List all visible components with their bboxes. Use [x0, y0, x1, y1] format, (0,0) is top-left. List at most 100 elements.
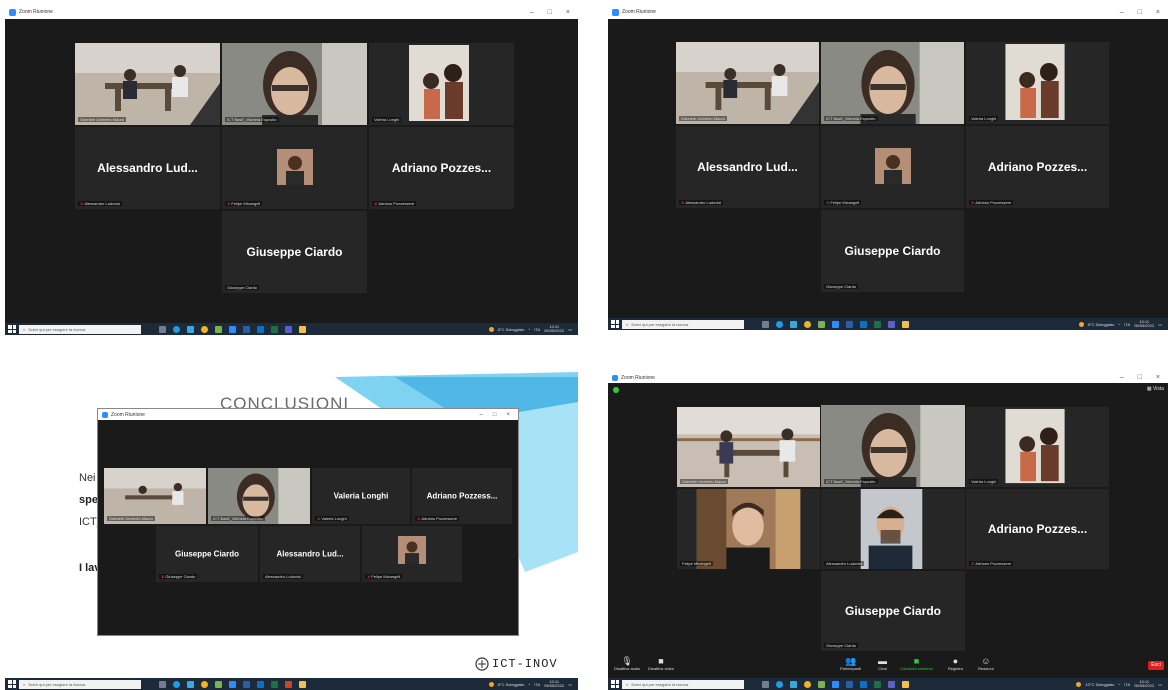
weather-text[interactable]: 8°C Soleggiato	[1088, 322, 1115, 327]
store-icon[interactable]	[818, 320, 825, 328]
notification-icon[interactable]: ▭	[1158, 682, 1162, 687]
chrome-icon[interactable]	[804, 320, 811, 328]
maximize-icon[interactable]: □	[548, 9, 552, 16]
word-icon[interactable]	[846, 320, 853, 328]
maximize-icon[interactable]: □	[1138, 374, 1142, 381]
participant-tile[interactable]: Valeria Longhi ⨯Valeria Longhi	[312, 468, 410, 524]
participant-tile[interactable]: Giuseppe Ciardo Giuseppe Ciardo	[821, 210, 964, 292]
explorer-icon[interactable]	[902, 680, 909, 688]
photos-icon[interactable]	[187, 325, 194, 333]
zoom-icon[interactable]	[229, 325, 236, 333]
close-icon[interactable]: ×	[1156, 9, 1160, 16]
edge-icon[interactable]	[776, 320, 783, 328]
lang-indicator[interactable]: ITA	[1124, 322, 1130, 327]
store-icon[interactable]	[818, 680, 825, 688]
task-view-icon[interactable]	[159, 325, 166, 333]
taskbar-search-box[interactable]: ⌕ Scrivi qui per eseguire la ricerca	[622, 679, 744, 689]
video-tile[interactable]: Gabriele Umberto Mauro	[104, 468, 206, 524]
participant-tile[interactable]: ⨯Felipe Micangeli	[362, 526, 462, 582]
lang-indicator[interactable]: ITA	[1124, 682, 1130, 687]
minimize-icon[interactable]: –	[1120, 9, 1124, 16]
task-view-icon[interactable]	[159, 680, 166, 688]
start-icon[interactable]	[8, 680, 16, 688]
notification-icon[interactable]: ▭	[1158, 322, 1162, 327]
participant-tile[interactable]: Alessandro Lud... Alessandro Ludovisi	[260, 526, 360, 582]
participant-tile[interactable]: Alessandro Lud... ⨯Alessandro Ludovisi	[676, 126, 819, 208]
chrome-icon[interactable]	[201, 325, 208, 333]
video-tile[interactable]: Valeria Longhi	[369, 43, 514, 125]
share-screen-button[interactable]: ■ Condividi schermo	[900, 656, 933, 671]
view-button[interactable]: ▦ Vista	[1147, 386, 1164, 392]
chevron-up-icon[interactable]: ^	[528, 682, 530, 687]
chevron-up-icon[interactable]: ^	[1118, 682, 1120, 687]
chrome-icon[interactable]	[201, 680, 208, 688]
close-icon[interactable]: ×	[506, 412, 510, 418]
word-icon[interactable]	[846, 680, 853, 688]
record-button[interactable]: ● Registra	[948, 656, 963, 671]
lang-indicator[interactable]: ITA	[534, 682, 540, 687]
maximize-icon[interactable]: □	[1138, 9, 1142, 16]
mute-audio-button[interactable]: 🎙 Disattiva audio	[614, 656, 640, 671]
video-tile[interactable]: Gabriele Umberto Mauro	[677, 407, 820, 487]
zoom-icon[interactable]	[832, 320, 839, 328]
participant-tile[interactable]: Adriano Pozzes... ⨯Adriano Pozzessere	[966, 489, 1109, 569]
stop-video-button[interactable]: ■ Disattiva video	[648, 656, 674, 671]
video-tile[interactable]: ICT BasE_Michela Esposito	[821, 405, 965, 487]
start-icon[interactable]	[8, 325, 16, 333]
close-icon[interactable]: ×	[1156, 374, 1160, 381]
clock[interactable]: 10:11 05/05/2022	[1134, 320, 1154, 328]
zoom-icon[interactable]	[229, 680, 236, 688]
start-icon[interactable]	[611, 680, 619, 688]
explorer-icon[interactable]	[299, 680, 306, 688]
weather-text[interactable]: 8°C Soleggiato	[498, 327, 525, 332]
excel-icon[interactable]	[271, 680, 278, 688]
participants-button[interactable]: 👥 Partecipanti	[840, 656, 861, 671]
teams-icon[interactable]	[888, 320, 895, 328]
outlook-icon[interactable]	[257, 680, 264, 688]
video-tile[interactable]: Gabriele Umberto Mauro	[75, 43, 220, 125]
task-view-icon[interactable]	[762, 680, 769, 688]
maximize-icon[interactable]: □	[493, 412, 497, 418]
chat-button[interactable]: ▬ Chat	[878, 656, 887, 671]
video-tile[interactable]: Valeria Longhi	[966, 407, 1109, 487]
task-view-icon[interactable]	[762, 320, 769, 328]
video-tile[interactable]: Gabriele Umberto Mauro	[676, 42, 819, 124]
powerpoint-icon[interactable]	[285, 680, 292, 688]
outlook-icon[interactable]	[860, 680, 867, 688]
excel-icon[interactable]	[874, 320, 881, 328]
explorer-icon[interactable]	[299, 325, 306, 333]
clock[interactable]: 10:11 05/05/2022	[544, 325, 564, 333]
clock[interactable]: 10:11 05/05/2022	[544, 680, 564, 688]
video-tile[interactable]: Valeria Longhi	[966, 42, 1109, 124]
leave-meeting-button[interactable]: Esci	[1148, 661, 1164, 670]
video-tile[interactable]: ICT BasE_Michela Esposito	[208, 468, 310, 524]
taskbar-search-box[interactable]: ⌕ Scrivi qui per eseguire la ricerca	[19, 679, 141, 689]
video-tile[interactable]: ICT BasE_Michela Esposito	[821, 42, 964, 124]
edge-icon[interactable]	[173, 325, 180, 333]
explorer-icon[interactable]	[902, 320, 909, 328]
zoom-floating-window[interactable]: Zoom Riunione – □ × Gabriele Umberto Mauro…	[97, 408, 519, 636]
participant-tile[interactable]: Adriano Pozzes... ⨯Adriano Pozzessere	[966, 126, 1109, 208]
video-tile[interactable]: Alessandro Ludovisi	[821, 489, 965, 569]
word-icon[interactable]	[243, 680, 250, 688]
zoom-icon[interactable]	[832, 680, 839, 688]
excel-icon[interactable]	[271, 325, 278, 333]
weather-text[interactable]: 8°C Soleggiato	[498, 682, 525, 687]
photos-icon[interactable]	[790, 680, 797, 688]
excel-icon[interactable]	[874, 680, 881, 688]
reactions-button[interactable]: ☺ Reazioni	[978, 656, 994, 671]
teams-icon[interactable]	[285, 325, 292, 333]
participant-tile[interactable]: Adriano Pozzess... ⨯Adriano Pozzessere	[412, 468, 512, 524]
minimize-icon[interactable]: –	[1120, 374, 1124, 381]
start-icon[interactable]	[611, 320, 619, 328]
minimize-icon[interactable]: –	[480, 412, 483, 418]
weather-text[interactable]: 10°C Soleggiato	[1085, 682, 1114, 687]
outlook-icon[interactable]	[257, 325, 264, 333]
edge-icon[interactable]	[776, 680, 783, 688]
taskbar-search-box[interactable]: ⌕ Scrivi qui per eseguire la ricerca	[19, 324, 141, 334]
participant-tile[interactable]: ⨯Felipe Micangeli	[821, 126, 964, 208]
outlook-icon[interactable]	[860, 320, 867, 328]
clock[interactable]: 10:11 05/05/2022	[1134, 680, 1154, 688]
word-icon[interactable]	[243, 325, 250, 333]
photos-icon[interactable]	[187, 680, 194, 688]
